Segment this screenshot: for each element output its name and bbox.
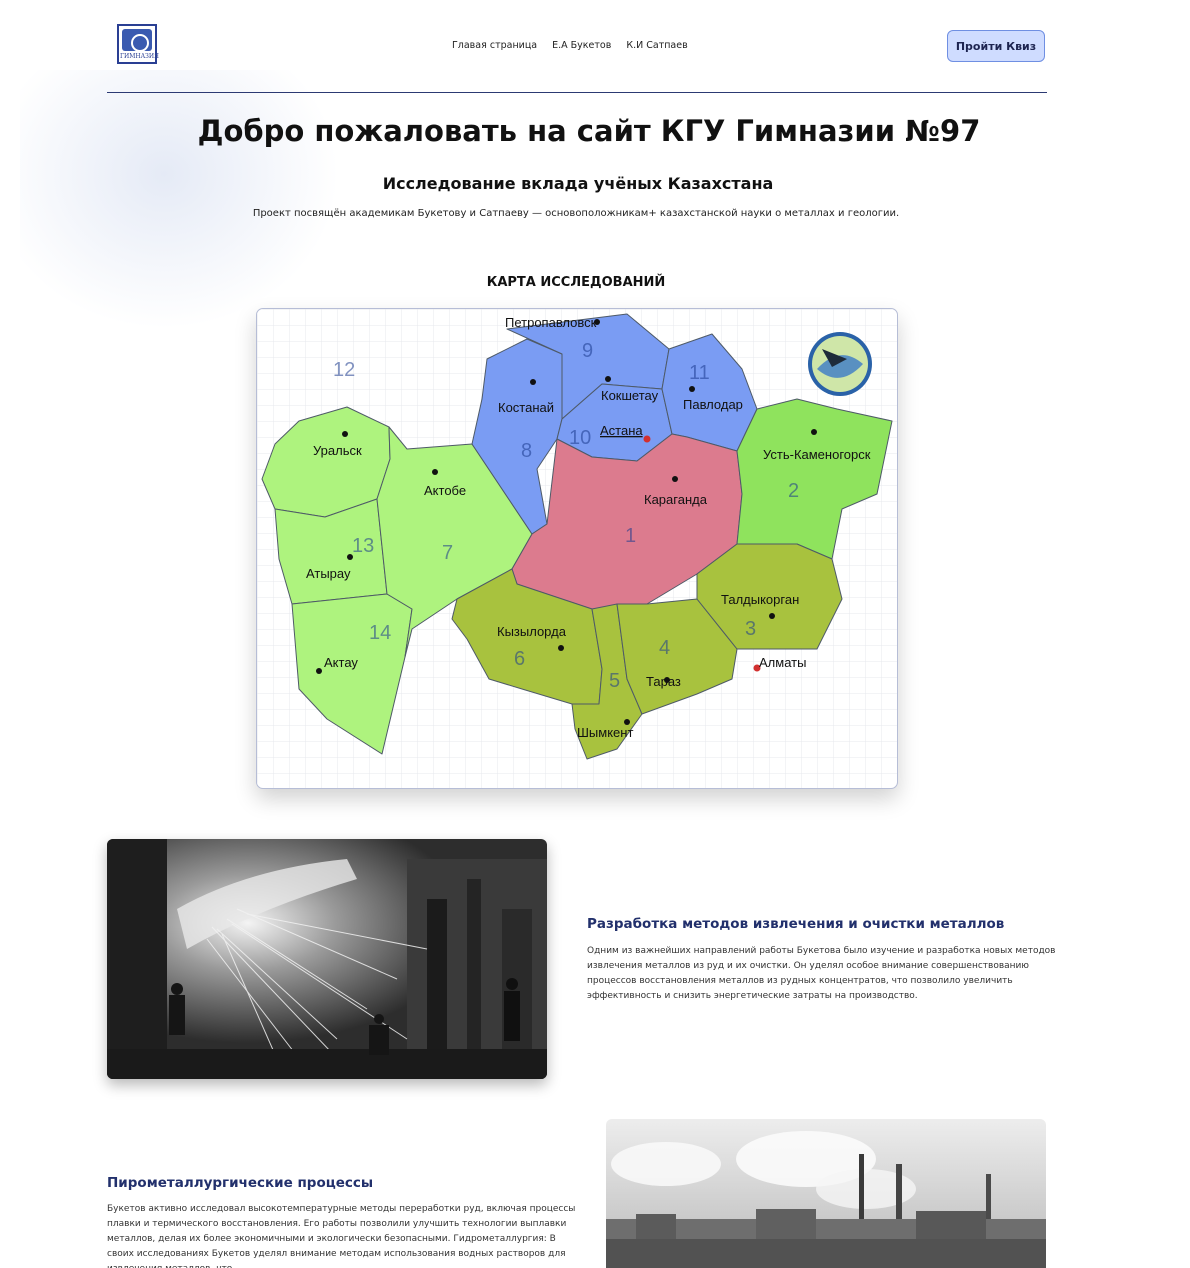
city-aktobe: Актобе <box>424 483 466 498</box>
nav-buketov-link[interactable]: Е.А Букетов <box>552 40 611 51</box>
section-title-metal-extraction: Разработка методов извлечения и очистки … <box>587 916 1005 932</box>
region-num-11: 11 <box>689 362 710 384</box>
kazakhstan-map: 12 13 14 7 8 9 10 11 1 2 3 4 5 6 Уральск… <box>257 309 897 788</box>
region-num-13: 13 <box>352 535 374 557</box>
logo-emblem-icon <box>122 29 152 52</box>
industrial-plant-photo <box>606 1119 1046 1268</box>
region-num-7: 7 <box>442 542 453 564</box>
region-num-1: 1 <box>625 525 636 547</box>
city-taraz: Тараз <box>646 674 681 689</box>
main-nav: Главая страница Е.А Букетов К.И Сатпаев <box>452 40 688 51</box>
region-num-4: 4 <box>659 637 670 659</box>
quiz-button[interactable]: Пройти Квиз <box>947 30 1045 62</box>
city-kyzylorda: Кызылорда <box>497 624 567 639</box>
map-title: КАРТА ИССЛЕДОВАНИЙ <box>486 275 666 290</box>
city-taldykorgan: Талдыкорган <box>721 592 799 607</box>
region-num-3: 3 <box>745 618 756 640</box>
background-glow <box>20 70 340 330</box>
city-uralsk: Уральск <box>313 443 362 458</box>
page-description: Проект посвящён академикам Букетову и Са… <box>252 208 900 219</box>
region-num-5: 5 <box>609 670 620 692</box>
region-num-6: 6 <box>514 648 525 670</box>
section-title-pyrometallurgy: Пирометаллургические процессы <box>107 1175 374 1191</box>
city-almaty: Алматы <box>759 655 806 670</box>
city-petropavlovsk: Петропавловск <box>505 315 597 330</box>
section-text-metal-extraction: Одним из важнейших направлений работы Бу… <box>587 946 1056 1001</box>
metallurgy-photo <box>107 839 547 1079</box>
logo-text: ГИМНАЗИЯ <box>120 53 159 60</box>
page-title: Добро пожаловать на сайт КГУ Гимназии №9… <box>197 114 981 148</box>
region-num-2: 2 <box>788 480 799 502</box>
city-shymkent: Шымкент <box>577 725 633 740</box>
page-subtitle: Исследование вклада учёных Казахстана <box>382 174 774 193</box>
site-header: ГИМНАЗИЯ Главая страница Е.А Букетов К.И… <box>107 0 1047 93</box>
section-text-pyrometallurgy: Букетов активно исследовал высокотемпера… <box>107 1204 576 1268</box>
city-kokshetau: Кокшетау <box>601 388 659 403</box>
region-num-8: 8 <box>521 440 532 462</box>
city-kostanay: Костанай <box>498 400 554 415</box>
city-aktau: Актау <box>324 655 358 670</box>
region-num-9: 9 <box>582 340 593 362</box>
school-logo[interactable]: ГИМНАЗИЯ <box>117 24 159 64</box>
city-pavlodar: Павлодар <box>683 397 743 412</box>
research-map-card: 12 13 14 7 8 9 10 11 1 2 3 4 5 6 Уральск… <box>256 308 898 789</box>
city-atyrau: Атырау <box>306 566 351 581</box>
city-karaganda: Караганда <box>644 492 708 507</box>
nav-satpaev-link[interactable]: К.И Сатпаев <box>626 40 687 51</box>
city-ust-kamenogorsk: Усть-Каменогорск <box>763 447 871 462</box>
nav-home-link[interactable]: Главая страница <box>452 40 537 51</box>
city-astana: Астана <box>600 423 643 438</box>
eagle-emblem-icon <box>808 332 872 396</box>
region-num-14: 14 <box>369 622 391 644</box>
region-num-12: 12 <box>333 359 355 381</box>
region-num-10: 10 <box>569 427 591 449</box>
